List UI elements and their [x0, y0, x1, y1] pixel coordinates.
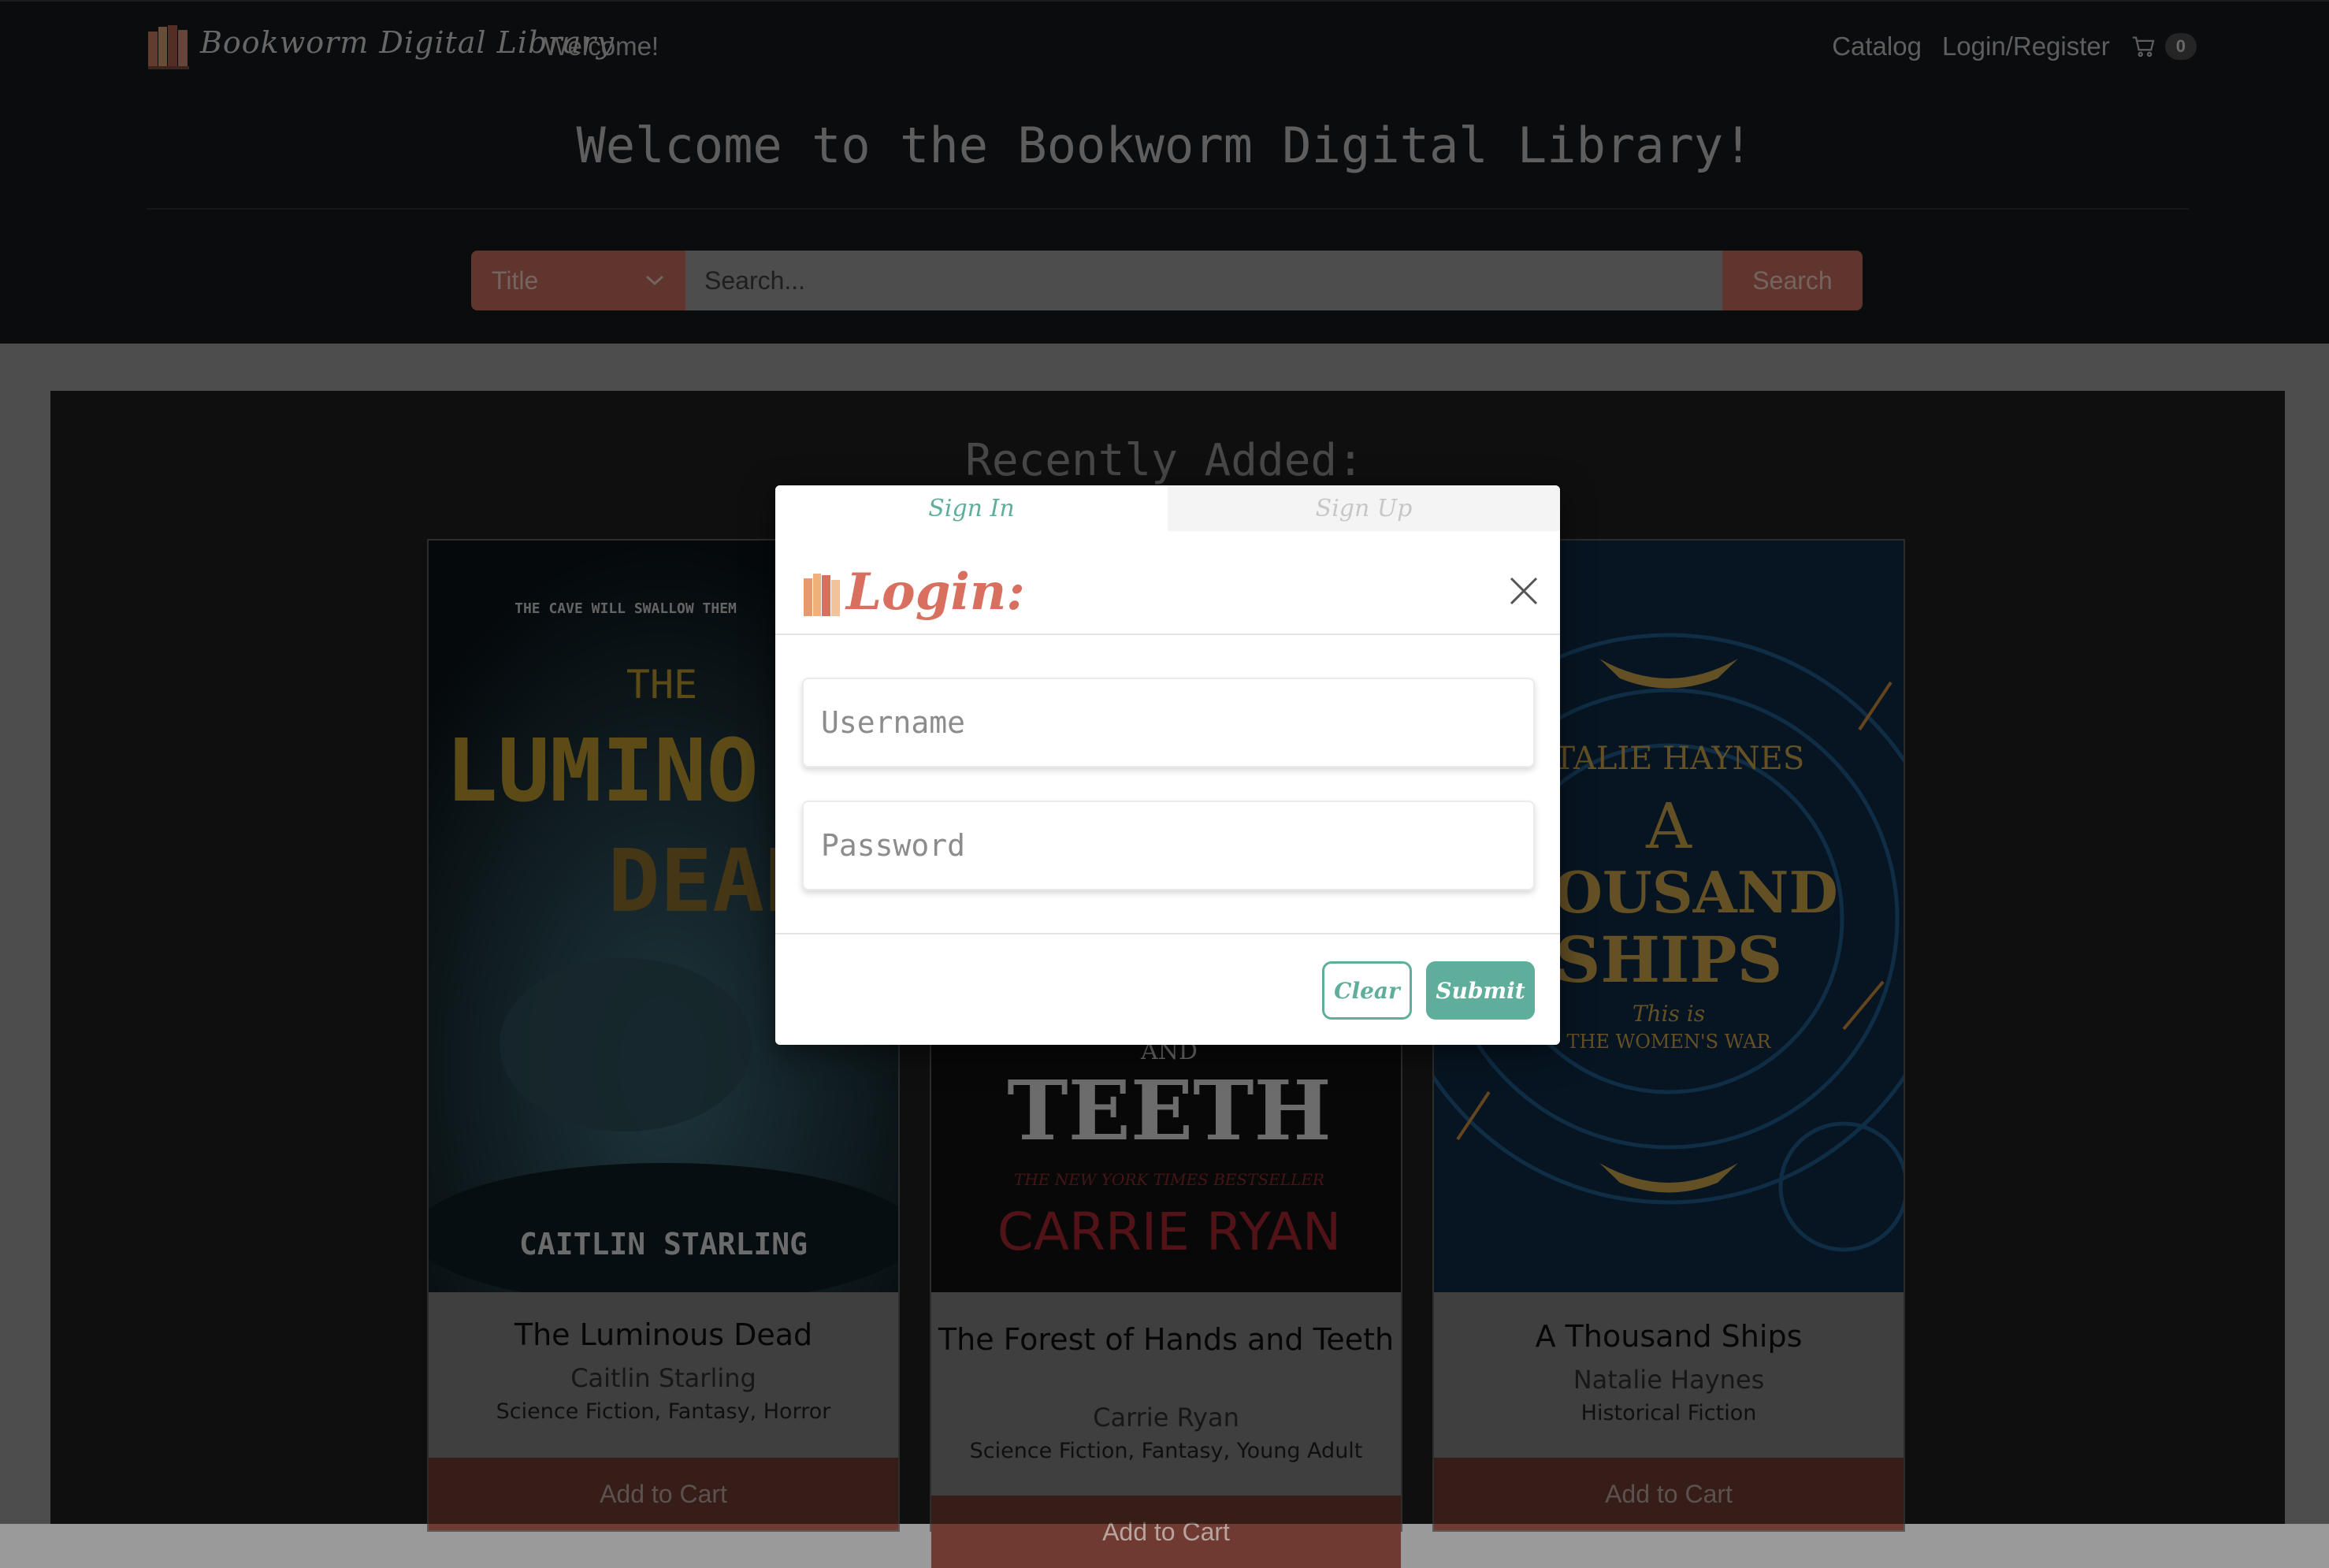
- clear-button[interactable]: Clear: [1322, 961, 1412, 1020]
- books-logo-icon: [804, 574, 840, 616]
- tab-sign-in[interactable]: Sign In: [775, 485, 1168, 531]
- modal-header: Login:: [775, 531, 1560, 635]
- login-modal: Sign In Sign Up Login: Clear Submit: [775, 485, 1560, 1045]
- login-title: Login:: [846, 563, 1025, 622]
- close-icon[interactable]: [1508, 575, 1540, 607]
- modal-footer: Clear Submit: [775, 933, 1560, 1045]
- modal-tabs: Sign In Sign Up: [775, 485, 1560, 531]
- username-input[interactable]: [802, 678, 1535, 767]
- password-input[interactable]: [802, 801, 1535, 890]
- submit-button[interactable]: Submit: [1426, 961, 1535, 1020]
- tab-sign-up[interactable]: Sign Up: [1168, 485, 1560, 531]
